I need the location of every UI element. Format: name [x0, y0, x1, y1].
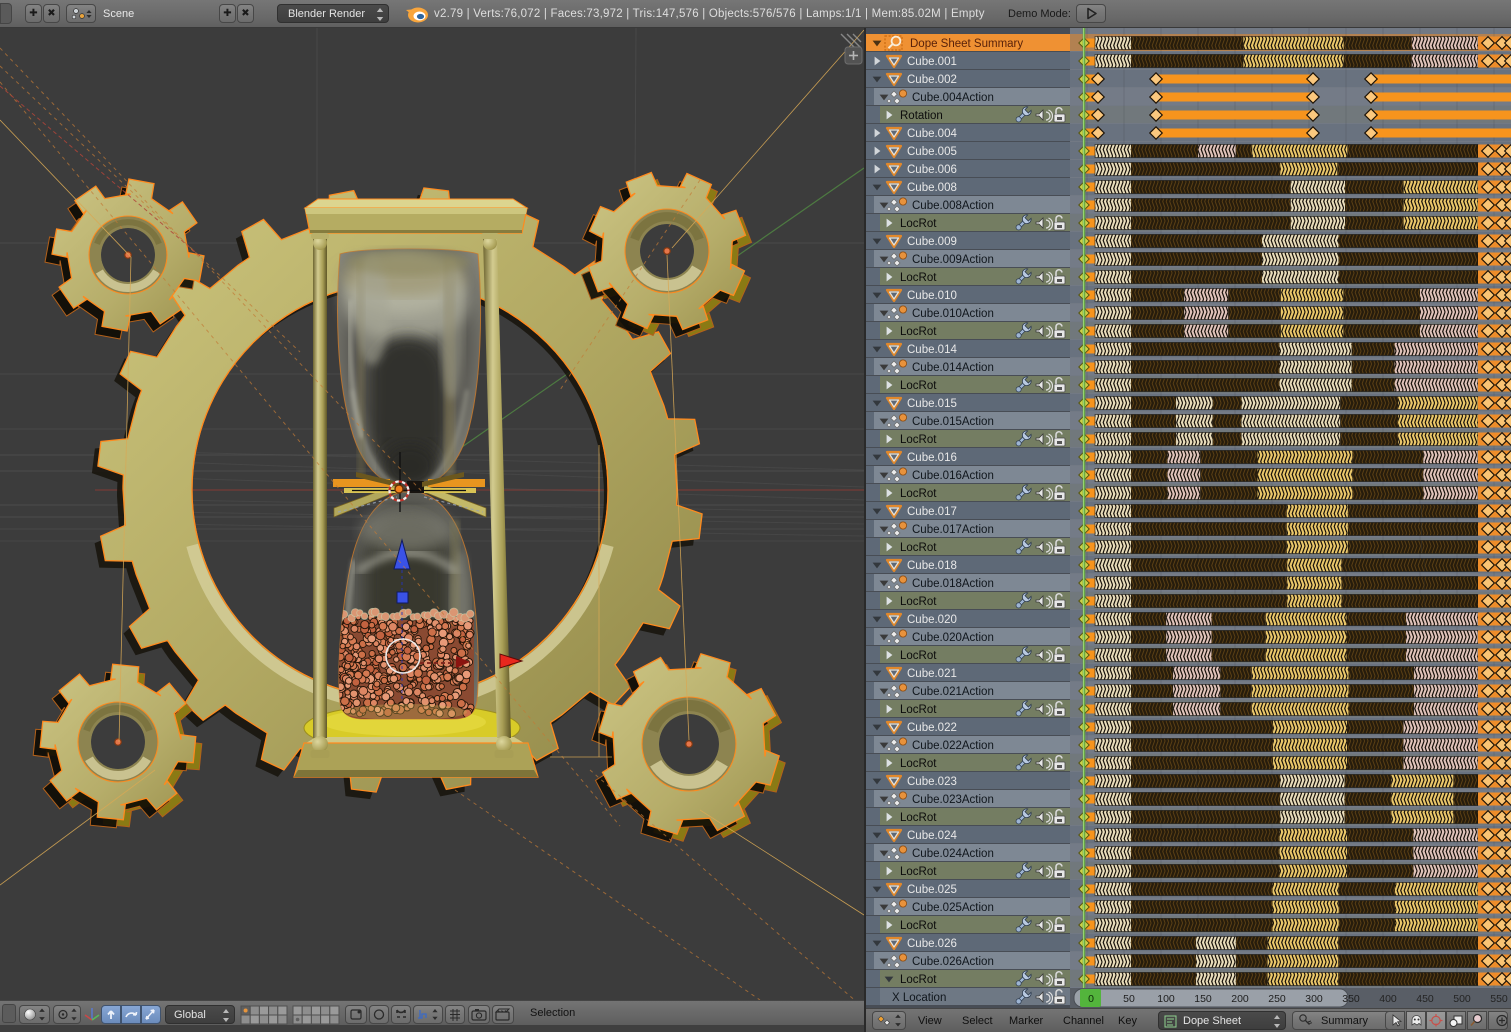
svg-text:100: 100: [1157, 993, 1175, 1005]
svg-text:LocRot: LocRot: [900, 704, 937, 716]
svg-text:Cube.021: Cube.021: [907, 668, 957, 680]
svg-text:Cube.024Action: Cube.024Action: [912, 848, 994, 860]
svg-text:Cube.026: Cube.026: [907, 938, 957, 950]
svg-text:Cube.017Action: Cube.017Action: [912, 524, 994, 536]
svg-text:50: 50: [1123, 993, 1135, 1005]
svg-text:Cube.004Action: Cube.004Action: [912, 92, 994, 104]
svg-text:Cube.008Action: Cube.008Action: [912, 200, 994, 212]
svg-text:Cube.026Action: Cube.026Action: [912, 956, 994, 968]
svg-text:550: 550: [1490, 993, 1508, 1005]
svg-text:Cube.006: Cube.006: [907, 164, 957, 176]
svg-text:250: 250: [1268, 993, 1286, 1005]
svg-text:LocRot: LocRot: [900, 434, 937, 446]
svg-text:LocRot: LocRot: [900, 650, 937, 662]
svg-text:LocRot: LocRot: [900, 920, 937, 932]
svg-text:Cube.016: Cube.016: [907, 452, 957, 464]
svg-text:Cube.018: Cube.018: [907, 560, 957, 572]
svg-text:Cube.017: Cube.017: [907, 506, 957, 518]
svg-text:0: 0: [1088, 993, 1094, 1005]
svg-text:400: 400: [1379, 993, 1397, 1005]
svg-text:Cube.001: Cube.001: [907, 56, 957, 68]
svg-text:Cube.014Action: Cube.014Action: [912, 362, 994, 374]
svg-text:LocRot: LocRot: [900, 542, 937, 554]
svg-text:Dope Sheet Summary: Dope Sheet Summary: [910, 38, 1023, 50]
svg-text:LocRot: LocRot: [900, 758, 937, 770]
svg-text:LocRot: LocRot: [900, 812, 937, 824]
svg-text:Cube.023: Cube.023: [907, 776, 957, 788]
svg-text:150: 150: [1194, 993, 1212, 1005]
svg-text:Cube.024: Cube.024: [907, 830, 957, 842]
svg-text:Cube.018Action: Cube.018Action: [912, 578, 994, 590]
svg-text:LocRot: LocRot: [900, 596, 937, 608]
svg-text:Cube.008: Cube.008: [907, 182, 957, 194]
svg-text:Cube.009: Cube.009: [907, 236, 957, 248]
svg-text:Rotation: Rotation: [900, 110, 943, 122]
svg-text:Cube.009Action: Cube.009Action: [912, 254, 994, 266]
svg-text:200: 200: [1231, 993, 1249, 1005]
svg-text:Cube.014: Cube.014: [907, 344, 957, 356]
svg-text:Cube.004: Cube.004: [907, 128, 957, 140]
svg-text:300: 300: [1305, 993, 1323, 1005]
svg-text:LocRot: LocRot: [900, 488, 937, 500]
svg-text:450: 450: [1416, 993, 1434, 1005]
svg-text:Cube.022Action: Cube.022Action: [912, 740, 994, 752]
svg-text:Cube.010: Cube.010: [907, 290, 957, 302]
svg-text:Cube.023Action: Cube.023Action: [912, 794, 994, 806]
svg-text:LocRot: LocRot: [900, 974, 937, 986]
svg-text:Cube.005: Cube.005: [907, 146, 957, 158]
svg-text:500: 500: [1453, 993, 1471, 1005]
svg-text:350: 350: [1342, 993, 1360, 1005]
svg-text:Cube.010Action: Cube.010Action: [912, 308, 994, 320]
svg-text:Cube.020: Cube.020: [907, 614, 957, 626]
svg-text:Cube.002: Cube.002: [907, 74, 957, 86]
svg-text:LocRot: LocRot: [900, 272, 937, 284]
svg-text:Cube.016Action: Cube.016Action: [912, 470, 994, 482]
svg-text:Cube.015Action: Cube.015Action: [912, 416, 994, 428]
svg-text:Cube.021Action: Cube.021Action: [912, 686, 994, 698]
svg-text:Cube.025: Cube.025: [907, 884, 957, 896]
svg-text:LocRot: LocRot: [900, 380, 937, 392]
svg-text:Cube.020Action: Cube.020Action: [912, 632, 994, 644]
svg-text:Cube.022: Cube.022: [907, 722, 957, 734]
svg-text:LocRot: LocRot: [900, 218, 937, 230]
svg-text:LocRot: LocRot: [900, 326, 937, 338]
svg-text:X Location: X Location: [892, 992, 946, 1004]
svg-text:LocRot: LocRot: [900, 866, 937, 878]
svg-text:Cube.015: Cube.015: [907, 398, 957, 410]
svg-text:Cube.025Action: Cube.025Action: [912, 902, 994, 914]
